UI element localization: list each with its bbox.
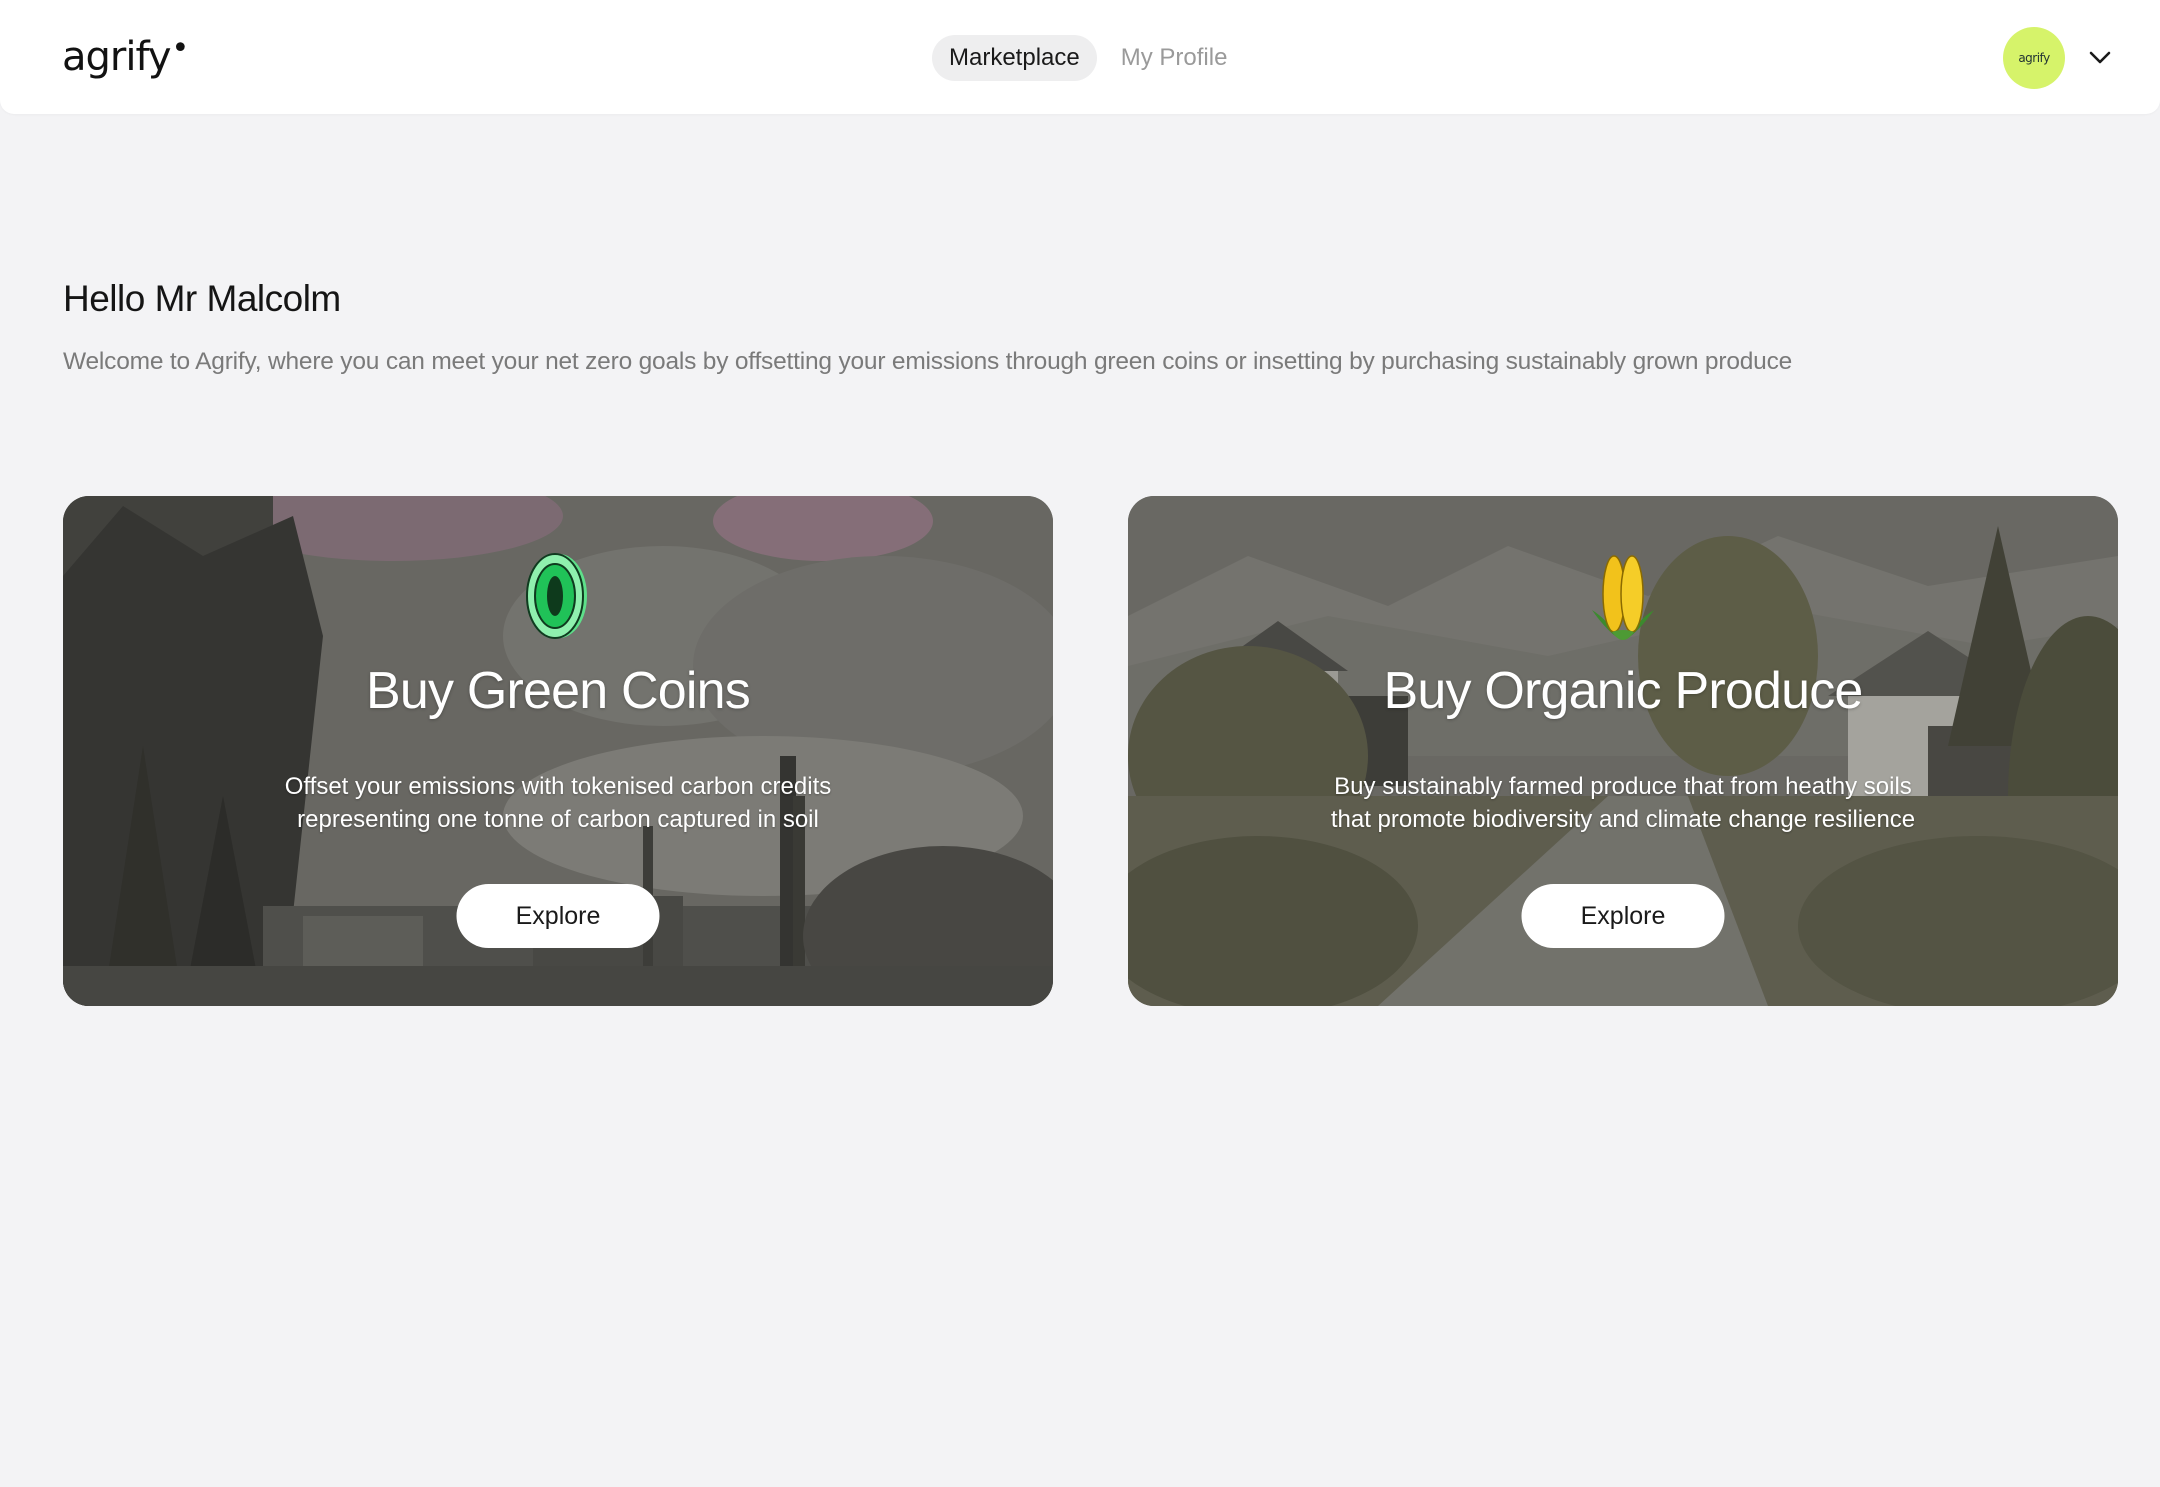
tab-marketplace[interactable]: Marketplace	[932, 35, 1097, 81]
logo-text: agrify	[62, 34, 172, 80]
avatar-logo-text: agrify	[2018, 51, 2050, 65]
page-title: Hello Mr Malcolm	[63, 278, 341, 319]
card-title: Buy Green Coins	[366, 662, 751, 720]
main-nav: Marketplace My Profile	[932, 35, 1229, 81]
card-content: Buy Green Coins Offset your emissions wi…	[63, 496, 1053, 1006]
card-description: Buy sustainably farmed produce that from…	[1330, 773, 1916, 833]
chevron-down-icon[interactable]	[2086, 44, 2114, 72]
logo-dot: •	[171, 31, 190, 66]
top-navigation-bar: agrify• Marketplace My Profile agrify	[0, 0, 2160, 114]
organic-produce-card[interactable]: Buy Organic Produce Buy sustainably farm…	[1128, 496, 2118, 1006]
explore-green-coins-button[interactable]: Explore	[456, 884, 660, 948]
green-coins-card[interactable]: Buy Green Coins Offset your emissions wi…	[63, 496, 1053, 1006]
explore-organic-produce-button[interactable]: Explore	[1521, 884, 1725, 948]
corn-icon	[1592, 555, 1654, 640]
card-content: Buy Organic Produce Buy sustainably farm…	[1128, 496, 2118, 1006]
green-coin-icon	[526, 553, 587, 639]
avatar[interactable]: agrify	[2003, 27, 2065, 89]
card-description: Offset your emissions with tokenised car…	[284, 773, 832, 833]
card-title: Buy Organic Produce	[1383, 662, 1863, 720]
tab-my-profile[interactable]: My Profile	[1119, 35, 1230, 81]
welcome-subtitle: Welcome to Agrify, where you can meet yo…	[63, 348, 1793, 375]
agrify-logo[interactable]: agrify•	[62, 31, 190, 80]
